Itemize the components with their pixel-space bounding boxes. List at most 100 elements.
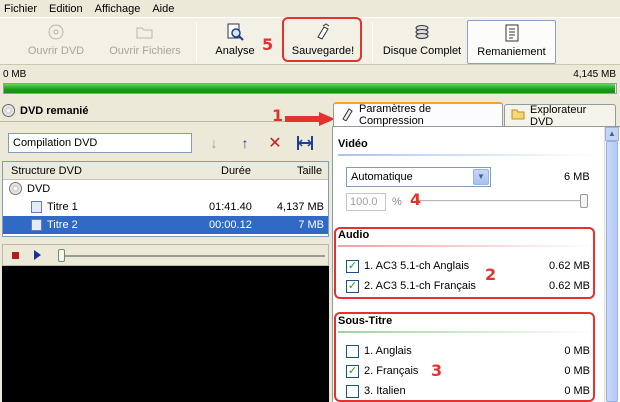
toolbar-separator [372, 22, 373, 62]
annotation-number: 5 [262, 35, 274, 54]
row-name: Titre 2 [47, 219, 78, 231]
capacity-min-label: 0 MB [3, 69, 27, 80]
row-size: 7 MB [298, 219, 324, 231]
menu-fichier[interactable]: Fichier [4, 3, 37, 15]
video-mode-select[interactable]: Automatique ▼ [346, 167, 491, 187]
subtitle-track-size: 0 MB [564, 365, 590, 377]
subtitle-heading: Sous-Titre [338, 315, 393, 327]
quality-slider-thumb[interactable] [580, 194, 588, 208]
open-folder-icon [135, 22, 155, 42]
row-name: Titre 1 [47, 201, 78, 213]
title-file-icon [31, 219, 42, 231]
rework-label: Remaniement [477, 46, 546, 58]
subtitle-track-3[interactable]: 3. Italien 0 MB [346, 384, 594, 400]
col-duration[interactable]: Durée [221, 165, 251, 177]
menu-edition[interactable]: Edition [49, 3, 83, 15]
audio-divider [338, 245, 596, 247]
seek-thumb[interactable] [58, 249, 65, 262]
scroll-up-arrow-icon[interactable]: ▲ [605, 127, 619, 141]
chevron-down-icon[interactable]: ▼ [473, 169, 489, 185]
table-row[interactable]: Titre 1 01:41.40 4,137 MB [3, 198, 328, 216]
tab-compression-label: Paramètres de Compression [359, 103, 432, 127]
capacity-labels: 0 MB 4,145 MB [0, 69, 620, 81]
annotation-number: 1 [272, 106, 284, 125]
col-structure[interactable]: Structure DVD [11, 165, 82, 177]
dvd-title-label: DVD remanié [20, 104, 89, 117]
dvd-disc-icon [9, 182, 22, 195]
checkbox-checked[interactable]: ✓ [346, 280, 359, 293]
checkbox-checked[interactable]: ✓ [346, 260, 359, 273]
checkbox-unchecked[interactable] [346, 345, 359, 358]
magnifier-icon [225, 22, 245, 42]
subtitle-divider [338, 331, 596, 333]
audio-track-size: 0.62 MB [549, 260, 590, 272]
capacity-bar-fill [4, 84, 615, 93]
dvd-structure-table: Structure DVD Durée Taille DVD Titre 1 0… [2, 161, 329, 237]
toolbar: Ouvrir DVD Ouvrir Fichiers Analyse Sauve… [0, 17, 620, 65]
row-size: 4,137 MB [276, 201, 324, 213]
open-files-button[interactable]: Ouvrir Fichiers [104, 20, 186, 64]
rework-button[interactable]: Remaniement [467, 20, 556, 64]
subtitle-track-size: 0 MB [564, 385, 590, 397]
video-heading: Vidéo [338, 138, 368, 150]
folder-icon [511, 108, 525, 123]
analyse-button[interactable]: Analyse [206, 20, 264, 64]
video-divider [338, 154, 596, 156]
dvd-title-heading: DVD remanié [2, 104, 88, 117]
table-row[interactable]: Titre 2 00:00.12 7 MB [3, 216, 328, 234]
save-label: Sauvegarde! [291, 45, 355, 57]
stop-icon[interactable] [12, 252, 19, 259]
row-duration: 00:00.12 [209, 219, 252, 231]
tab-compression[interactable]: Paramètres de Compression [333, 102, 503, 127]
disc-icon [46, 22, 66, 42]
open-dvd-button[interactable]: Ouvrir DVD [24, 20, 88, 64]
quality-slider-track[interactable] [418, 200, 586, 203]
save-button[interactable]: Sauvegarde! [286, 20, 360, 64]
dvd-disc-icon [2, 104, 15, 117]
tree-root-dvd[interactable]: DVD [3, 180, 328, 198]
analyse-label: Analyse [215, 45, 255, 57]
capacity-bar [3, 83, 617, 94]
scroll-thumb[interactable] [606, 141, 618, 402]
menu-affichage[interactable]: Affichage [95, 3, 141, 15]
menu-aide[interactable]: Aide [152, 3, 174, 15]
tab-explorer[interactable]: Explorateur DVD [504, 104, 616, 128]
compression-icon [340, 107, 354, 124]
compilation-name-input[interactable] [8, 133, 192, 153]
subtitle-track-label: 1. Anglais [364, 345, 412, 357]
col-size[interactable]: Taille [297, 165, 322, 177]
title-file-icon [31, 201, 42, 213]
open-files-label: Ouvrir Fichiers [109, 45, 181, 57]
audio-track-1[interactable]: ✓ 1. AC3 5.1-ch Anglais 0.62 MB [346, 259, 594, 275]
checkbox-unchecked[interactable] [346, 385, 359, 398]
video-quality-input[interactable] [346, 193, 386, 211]
audio-track-label: 1. AC3 5.1-ch Anglais [364, 260, 470, 272]
subtitle-track-size: 0 MB [564, 345, 590, 357]
play-icon[interactable] [34, 250, 41, 260]
video-preview [2, 266, 329, 402]
checkbox-checked[interactable]: ✓ [346, 365, 359, 378]
full-disc-button[interactable]: Disque Complet [380, 20, 464, 64]
subtitle-track-2[interactable]: ✓ 2. Français 0 MB [346, 364, 594, 380]
tree-root-label: DVD [27, 183, 51, 195]
move-up-icon[interactable]: ↑ [236, 134, 254, 152]
subtitle-track-1[interactable]: 1. Anglais 0 MB [346, 344, 594, 360]
annotation-number: 4 [410, 190, 422, 209]
video-size: 6 MB [564, 171, 590, 183]
audio-track-label: 2. AC3 5.1-ch Français [364, 280, 476, 292]
video-mode-value: Automatique [351, 171, 413, 183]
menu-bar: Fichier Edition Affichage Aide [0, 0, 620, 17]
move-down-icon[interactable]: ↓ [205, 134, 223, 152]
delete-icon[interactable]: ✕ [266, 134, 284, 152]
panel-scrollbar[interactable]: ▲ [604, 127, 619, 402]
row-duration: 01:41.40 [209, 201, 252, 213]
disc-stack-icon [412, 22, 432, 42]
audio-track-2[interactable]: ✓ 2. AC3 5.1-ch Français 0.62 MB [346, 279, 594, 295]
seek-track[interactable] [63, 255, 325, 257]
percent-label: % [392, 196, 402, 208]
toolbar-separator [196, 22, 197, 62]
merge-icon[interactable] [296, 134, 314, 152]
full-disc-label: Disque Complet [382, 45, 462, 57]
document-list-icon [502, 23, 522, 43]
save-icon [313, 22, 333, 42]
